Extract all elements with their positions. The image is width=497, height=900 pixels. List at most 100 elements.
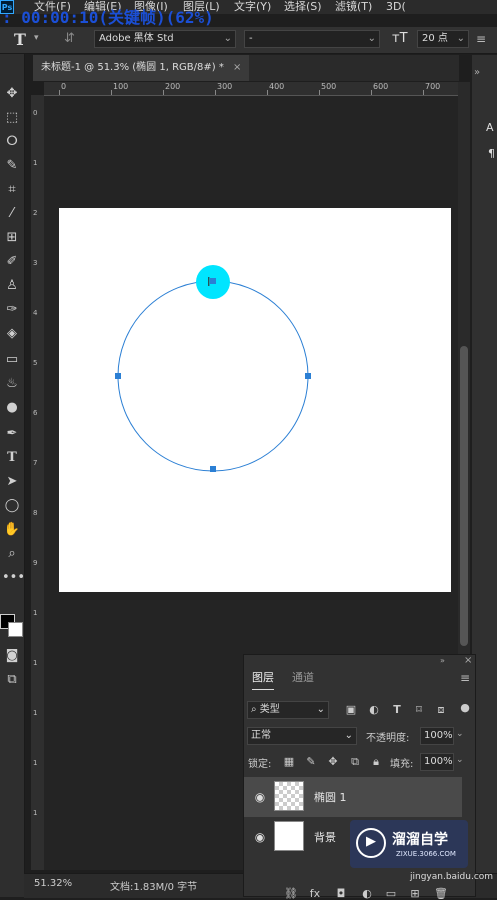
scrollbar-thumb[interactable] — [460, 346, 468, 646]
keyframe-overlay-text: : 00:00:10(关键帧)(62%) — [2, 8, 214, 27]
trash-icon[interactable]: 🗑︎ — [434, 887, 448, 900]
ruler-label: 7 — [33, 459, 38, 467]
lock-artboard-icon[interactable]: ⧉ — [348, 755, 362, 769]
layer-row-ellipse[interactable]: ◉ 椭圆 1 — [244, 777, 462, 817]
chevron-down-icon: ⌄ — [344, 730, 353, 741]
background-color-swatch[interactable] — [8, 622, 23, 637]
close-icon[interactable]: × — [464, 655, 472, 666]
menu-select[interactable]: 选择(S) — [284, 0, 322, 13]
opacity-input[interactable]: 100% — [420, 727, 454, 745]
new-layer-icon[interactable]: ⊞ — [408, 887, 422, 900]
type-tool-icon[interactable]: T — [2, 448, 22, 468]
fill-value: 100% — [424, 756, 453, 767]
zoom-level[interactable]: 51.32% — [34, 878, 72, 889]
new-group-icon[interactable]: ▭ — [384, 887, 398, 900]
filter-adjustment-icon[interactable]: ◐ — [367, 703, 381, 716]
ellipse-tool-icon[interactable]: ◯ — [2, 496, 22, 516]
eraser-tool-icon[interactable]: ◈ — [2, 324, 22, 344]
text-orientation-icon[interactable]: ⇵ — [64, 31, 75, 46]
screen-mode-icon[interactable]: ⧉ — [2, 670, 22, 690]
ruler-label: 1 — [33, 659, 38, 667]
stamp-tool-icon[interactable]: ♙ — [2, 276, 22, 296]
eye-icon[interactable]: ◉ — [252, 829, 268, 845]
panel-menu-icon[interactable]: ≡ — [460, 671, 470, 685]
panel-collapse-icon[interactable]: » — [474, 67, 480, 78]
add-mask-icon[interactable]: ◘ — [334, 887, 348, 900]
tools-panel: ✥ ⬚ ⵔ ✎ ⌗ ⁄ ⊞ ✐ ♙ ✑ ◈ ▭ ♨ ● ✒ T ➤ ◯ ✋ ⌕ … — [0, 54, 25, 897]
ruler-label: 1 — [33, 809, 38, 817]
ruler-label: 2 — [33, 209, 38, 217]
link-layers-icon[interactable]: ⛓ — [284, 887, 298, 900]
lock-all-icon[interactable]: 🔒︎ — [369, 755, 383, 769]
brush-tool-icon[interactable]: ✐ — [2, 252, 22, 272]
blur-tool-icon[interactable]: ♨ — [2, 374, 22, 394]
crop-tool-icon[interactable]: ⌗ — [2, 180, 22, 200]
menu-type[interactable]: 文字(Y) — [234, 0, 271, 13]
blend-mode-select[interactable]: 正常 ⌄ — [247, 727, 357, 745]
move-tool-icon[interactable]: ✥ — [2, 84, 22, 104]
close-icon[interactable]: × — [233, 62, 241, 73]
menu-3d[interactable]: 3D( — [386, 0, 406, 13]
eyedropper-tool-icon[interactable]: ⁄ — [2, 204, 22, 224]
ruler-tick — [267, 90, 268, 95]
filter-pixel-icon[interactable]: ▣ — [344, 703, 358, 716]
ruler-tick — [111, 90, 112, 95]
history-brush-tool-icon[interactable]: ✑ — [2, 300, 22, 320]
dodge-tool-icon[interactable]: ● — [2, 398, 22, 418]
type-tool-icon[interactable]: T — [14, 30, 26, 49]
font-style-select[interactable]: - ⌄ — [244, 30, 380, 48]
eye-icon[interactable]: ◉ — [252, 789, 268, 805]
paragraph-panel-icon[interactable]: ¶ — [488, 147, 495, 160]
pen-tool-icon[interactable]: ✒ — [2, 424, 22, 444]
filter-type-icon[interactable]: T — [390, 703, 404, 716]
lock-transparency-icon[interactable]: ▦ — [282, 755, 296, 768]
blend-mode-value: 正常 — [251, 730, 271, 741]
font-family-select[interactable]: Adobe 黑体 Std ⌄ — [94, 30, 236, 48]
gradient-tool-icon[interactable]: ▭ — [2, 350, 22, 370]
panel-collapse-icon[interactable]: » — [440, 656, 445, 665]
lock-position-icon[interactable]: ✥ — [326, 755, 340, 768]
horizontal-ruler: 0 100 200 300 400 500 600 700 — [44, 82, 459, 96]
layer-name[interactable]: 背景 — [314, 829, 336, 845]
quick-mask-icon[interactable]: ◙ — [2, 646, 22, 666]
tab-channels[interactable]: 通道 — [292, 667, 314, 689]
character-panel-icon[interactable]: A — [486, 121, 494, 134]
marquee-tool-icon[interactable]: ⬚ — [2, 108, 22, 128]
ruler-label: 8 — [33, 509, 38, 517]
lasso-tool-icon[interactable]: ⵔ — [2, 132, 22, 152]
filter-smart-object-icon[interactable]: ⧈ — [434, 703, 448, 717]
menu-filter[interactable]: 滤镜(T) — [335, 0, 372, 13]
ruler-label: 6 — [33, 409, 38, 417]
search-icon: ⌕ — [251, 704, 260, 715]
tab-layers[interactable]: 图层 — [252, 667, 274, 690]
document-info[interactable]: 文档:1.83M/0 字节 — [110, 878, 197, 893]
zoom-tool-icon[interactable]: ⌕ — [2, 544, 22, 564]
site-watermark: jingyan.baidu.com — [410, 872, 494, 882]
fx-icon[interactable]: fx — [308, 887, 322, 900]
fill-input[interactable]: 100% — [420, 753, 454, 771]
healing-brush-tool-icon[interactable]: ⊞ — [2, 228, 22, 248]
document-tab[interactable]: 未标题-1 @ 51.3% (椭圆 1, RGB/8#) * × — [33, 55, 250, 81]
ruler-label: 1 — [33, 709, 38, 717]
filter-toggle-icon[interactable]: ● — [458, 701, 472, 714]
font-family-value: Adobe 黑体 Std — [99, 33, 174, 44]
text-cursor-icon: Ⅰ — [207, 275, 211, 289]
more-tools-icon[interactable]: ••• — [2, 568, 25, 588]
watermark-subtitle: ZIXUE.3066.COM — [396, 850, 456, 858]
chevron-down-icon[interactable]: ⌄ — [456, 755, 464, 765]
path-select-tool-icon[interactable]: ➤ — [2, 472, 22, 492]
chevron-down-icon[interactable]: ▾ — [34, 33, 39, 43]
adjustment-layer-icon[interactable]: ◐ — [360, 887, 374, 900]
layer-name[interactable]: 椭圆 1 — [314, 789, 347, 805]
hand-tool-icon[interactable]: ✋ — [2, 520, 22, 540]
align-left-icon[interactable]: ≡ — [476, 32, 486, 46]
chevron-down-icon[interactable]: ⌄ — [456, 729, 464, 739]
ruler-label: 1 — [33, 159, 38, 167]
font-style-value: - — [249, 33, 253, 44]
quick-select-tool-icon[interactable]: ✎ — [2, 156, 22, 176]
filter-shape-icon[interactable]: ⌑ — [412, 703, 426, 716]
ellipse-path-overlay[interactable]: Ⅰ — [59, 208, 451, 592]
font-size-select[interactable]: 20 点 ⌄ — [417, 30, 469, 48]
lock-pixels-icon[interactable]: ✎ — [304, 755, 318, 768]
layer-filter-select[interactable]: ⌕ 类型 ⌄ — [247, 701, 329, 719]
